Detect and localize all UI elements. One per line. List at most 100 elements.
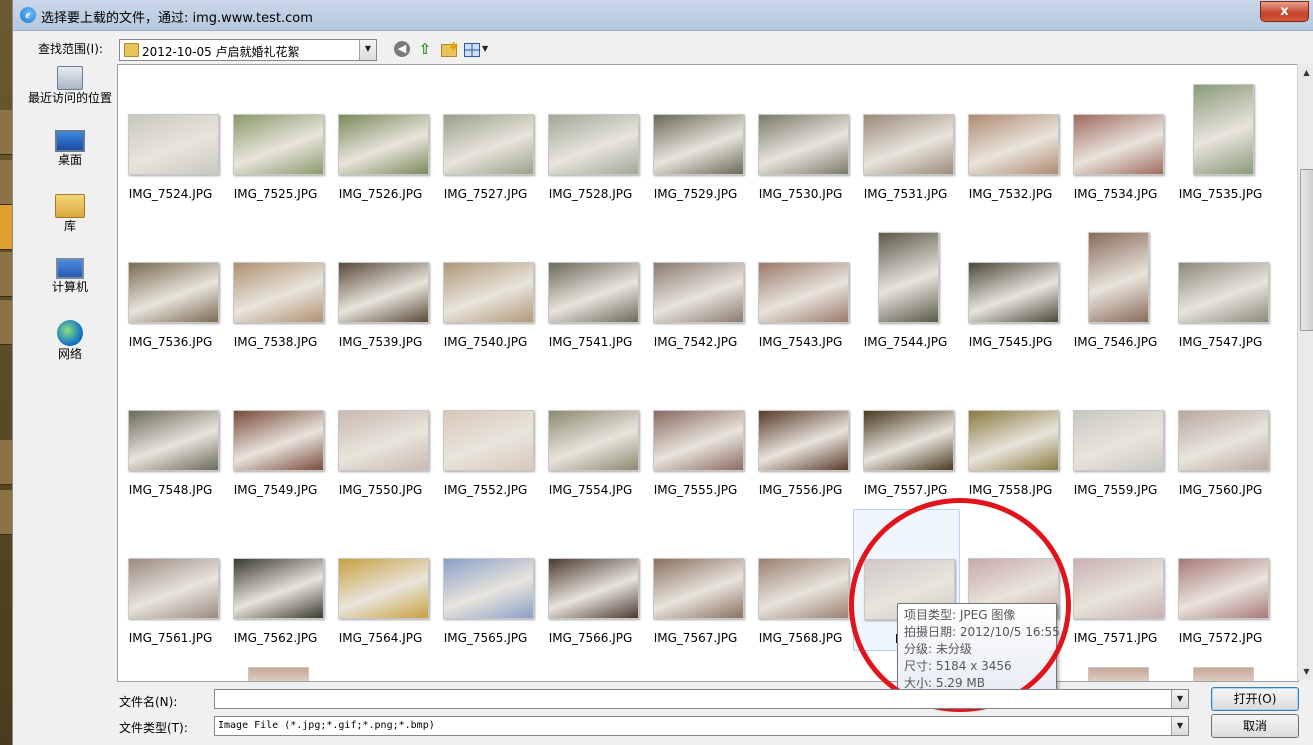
file-item[interactable]: IMG_7555.JPG — [643, 361, 748, 501]
sparkle-icon: ✱ — [449, 40, 459, 53]
file-thumbnail[interactable] — [1193, 667, 1254, 681]
taskbar-tab[interactable] — [0, 110, 12, 155]
tooltip-rating: 分级: 未分级 — [904, 642, 972, 656]
file-item[interactable]: IMG_7561.JPG — [118, 509, 223, 649]
file-item[interactable]: IMG_7560.JPG — [1168, 361, 1273, 501]
file-item[interactable]: IMG_7558.JPG — [958, 361, 1063, 501]
file-item[interactable]: IMG_7530.JPG — [748, 65, 853, 205]
new-folder-button[interactable]: ✱ — [439, 40, 459, 58]
file-name: IMG_7539.JPG — [338, 335, 423, 349]
file-item[interactable]: IMG_7568.JPG — [748, 509, 853, 649]
file-item[interactable]: IMG_7527.JPG — [433, 65, 538, 205]
scroll-up-icon[interactable]: ▲ — [1298, 64, 1313, 81]
file-thumbnail — [233, 410, 324, 471]
file-name: IMG_7548.JPG — [128, 483, 213, 497]
file-item[interactable]: IMG_7545.JPG — [958, 213, 1063, 353]
open-button[interactable]: 打开(O) — [1211, 687, 1299, 711]
file-name: IMG_7550.JPG — [338, 483, 423, 497]
chevron-down-icon[interactable]: ▼ — [1171, 717, 1188, 735]
tooltip-dimensions: 尺寸: 5184 x 3456 — [904, 659, 1012, 673]
place-libraries[interactable]: 库 — [27, 194, 113, 233]
file-item[interactable]: IMG_7540.JPG — [433, 213, 538, 353]
file-item[interactable]: IMG_7544.JPG — [853, 213, 958, 353]
file-item[interactable]: IMG_7532.JPG — [958, 65, 1063, 205]
taskbar-tab[interactable] — [0, 440, 12, 485]
file-item[interactable]: IMG_7554.JPG — [538, 361, 643, 501]
file-item[interactable]: IMG_7531.JPG — [853, 65, 958, 205]
file-item[interactable]: IMG_7539.JPG — [328, 213, 433, 353]
filetype-dropdown[interactable]: Image File (*.jpg;*.gif;*.png;*.bmp) ▼ — [214, 716, 1189, 736]
tooltip-date: 拍摄日期: 2012/10/5 16:55 — [904, 625, 1060, 639]
scroll-down-icon[interactable]: ▼ — [1298, 663, 1313, 680]
file-name: IMG_7555.JPG — [653, 483, 738, 497]
place-desktop[interactable]: 桌面 — [27, 130, 113, 167]
file-thumbnail — [968, 262, 1059, 323]
file-item[interactable]: IMG_7556.JPG — [748, 361, 853, 501]
file-name: IMG_7556.JPG — [758, 483, 843, 497]
file-item[interactable]: IMG_7525.JPG — [223, 65, 328, 205]
file-thumbnail — [548, 410, 639, 471]
desktop-icon — [55, 130, 85, 152]
file-item[interactable]: IMG_7529.JPG — [643, 65, 748, 205]
file-item[interactable]: IMG_7543.JPG — [748, 213, 853, 353]
scrollbar-thumb[interactable] — [1300, 169, 1313, 331]
file-item[interactable]: IMG_7542.JPG — [643, 213, 748, 353]
file-thumbnail[interactable] — [248, 667, 309, 681]
file-item[interactable]: IMG_7528.JPG — [538, 65, 643, 205]
file-item[interactable]: IMG_7557.JPG — [853, 361, 958, 501]
file-item[interactable]: IMG_7572.JPG — [1168, 509, 1273, 649]
file-thumbnail — [1178, 410, 1269, 471]
look-in-dropdown[interactable]: 2012-10-05 卢启就婚礼花絮 ▼ — [119, 39, 377, 61]
file-name: IMG_7571.JPG — [1073, 631, 1158, 645]
vertical-scrollbar[interactable]: ▲ ▼ — [1297, 64, 1313, 680]
file-item[interactable]: IMG_7524.JPG — [118, 65, 223, 205]
chevron-down-icon[interactable]: ▼ — [1171, 690, 1188, 708]
place-recent[interactable]: 最近访问的位置 — [27, 66, 113, 105]
cancel-button[interactable]: 取消 — [1211, 714, 1299, 738]
file-item[interactable]: IMG_7552.JPG — [433, 361, 538, 501]
file-thumbnail — [443, 558, 534, 619]
file-item[interactable]: IMG_7566.JPG — [538, 509, 643, 649]
file-thumbnail[interactable] — [1088, 667, 1149, 681]
up-folder-icon: ⇧ — [418, 40, 432, 58]
file-name: IMG_7545.JPG — [968, 335, 1053, 349]
filename-combobox[interactable]: ▼ — [214, 689, 1189, 709]
filetype-label: 文件类型(T): — [119, 721, 188, 735]
file-item[interactable]: IMG_7541.JPG — [538, 213, 643, 353]
file-item[interactable]: IMG_7562.JPG — [223, 509, 328, 649]
taskbar-tab[interactable] — [0, 252, 12, 297]
file-item[interactable]: IMG_7567.JPG — [643, 509, 748, 649]
file-item[interactable]: IMG_7564.JPG — [328, 509, 433, 649]
places-bar: 最近访问的位置 桌面 库 计算机 网络 — [27, 64, 113, 364]
file-item[interactable]: IMG_7535.JPG — [1168, 65, 1273, 205]
taskbar-tab[interactable] — [0, 300, 12, 345]
file-item[interactable]: IMG_7559.JPG — [1063, 361, 1168, 501]
place-network[interactable]: 网络 — [27, 320, 113, 361]
view-menu-button[interactable]: ▼ — [463, 40, 491, 58]
file-thumbnail — [863, 410, 954, 471]
taskbar-tab[interactable] — [0, 160, 12, 205]
taskbar-tab[interactable] — [0, 490, 12, 535]
file-item[interactable]: IMG_7571.JPG — [1063, 509, 1168, 649]
file-item[interactable]: IMG_7547.JPG — [1168, 213, 1273, 353]
file-thumbnail — [338, 114, 429, 175]
place-computer[interactable]: 计算机 — [27, 258, 113, 294]
file-item[interactable]: IMG_7549.JPG — [223, 361, 328, 501]
back-button[interactable]: ◀ — [393, 40, 411, 58]
file-thumbnail — [443, 262, 534, 323]
file-item[interactable]: IMG_7538.JPG — [223, 213, 328, 353]
file-name: IMG_7554.JPG — [548, 483, 633, 497]
up-folder-button[interactable]: ⇧ — [416, 40, 434, 58]
file-item[interactable]: IMG_7546.JPG — [1063, 213, 1168, 353]
file-name: IMG_7540.JPG — [443, 335, 528, 349]
taskbar-tab-active[interactable] — [0, 205, 12, 250]
file-item[interactable]: IMG_7534.JPG — [1063, 65, 1168, 205]
file-item[interactable]: IMG_7565.JPG — [433, 509, 538, 649]
file-item[interactable]: IMG_7550.JPG — [328, 361, 433, 501]
file-item[interactable]: IMG_7536.JPG — [118, 213, 223, 353]
file-list[interactable]: IMG_7524.JPG IMG_7525.JPG IMG_7526.JPG IMG_… — [117, 64, 1299, 682]
file-item[interactable]: IMG_7548.JPG — [118, 361, 223, 501]
close-button[interactable]: x — [1260, 1, 1309, 22]
file-item[interactable]: IMG_7526.JPG — [328, 65, 433, 205]
chevron-down-icon[interactable]: ▼ — [359, 40, 376, 60]
